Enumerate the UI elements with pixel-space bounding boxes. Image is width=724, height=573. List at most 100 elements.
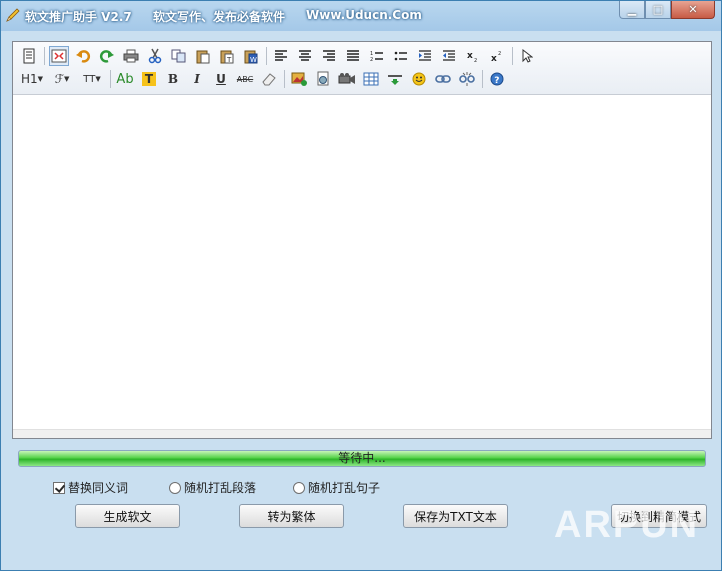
italic-button[interactable]: I xyxy=(187,69,207,89)
ordered-list-icon[interactable]: 12 xyxy=(367,46,387,66)
font-family-dropdown[interactable]: ℱ ▼ xyxy=(49,69,75,89)
paste-text-icon[interactable]: T xyxy=(217,46,237,66)
shuffle-sentences-option[interactable]: 随机打乱句子 xyxy=(293,479,380,496)
svg-text:2: 2 xyxy=(474,58,477,62)
image-icon[interactable] xyxy=(289,69,309,89)
close-button[interactable]: ✕ xyxy=(671,1,715,19)
shuffle-paragraphs-label: 随机打乱段落 xyxy=(184,481,257,495)
progress-label: 等待中... xyxy=(338,451,386,465)
shuffle-sentences-label: 随机打乱句子 xyxy=(308,481,381,495)
app-website: Www.Uducn.Com xyxy=(306,8,422,22)
toolbar-separator xyxy=(482,70,483,88)
progress-bar: 等待中... xyxy=(18,450,706,467)
chevron-down-icon: ▼ xyxy=(95,75,101,83)
pencil-icon xyxy=(6,8,20,22)
indent-icon[interactable] xyxy=(415,46,435,66)
font-color-label: Ab xyxy=(116,71,134,87)
select-icon[interactable] xyxy=(517,46,537,66)
shuffle-sentences-radio[interactable] xyxy=(293,481,305,494)
toolbar-row-2: H1 ▼ ℱ ▼ TT ▼ Ab T B I U ABC ? xyxy=(19,68,511,90)
undo-icon[interactable] xyxy=(73,46,93,66)
svg-text:2: 2 xyxy=(370,57,373,62)
client-area: T W 12 x2 x2 H1 ▼ ℱ ▼ TT ▼ Ab T B I U AB… xyxy=(10,31,714,543)
table-icon[interactable] xyxy=(361,69,381,89)
font-size-dropdown[interactable]: TT ▼ xyxy=(79,69,105,89)
horizontal-scrollbar[interactable] xyxy=(13,429,711,438)
convert-traditional-button[interactable]: 转为繁体 xyxy=(239,504,344,528)
svg-text:?: ? xyxy=(494,76,499,86)
svg-text:x: x xyxy=(467,51,473,61)
copy-icon[interactable] xyxy=(169,46,189,66)
superscript-icon[interactable]: x2 xyxy=(487,46,507,66)
chevron-down-icon: ▼ xyxy=(64,75,70,83)
title-bar[interactable]: 软文推广助手 V2.7 软文写作、发布必备软件 Www.Uducn.Com ▁ … xyxy=(1,1,721,31)
align-left-icon[interactable] xyxy=(271,46,291,66)
font-size-label: TT xyxy=(83,73,96,85)
maximize-icon: □ xyxy=(652,3,664,16)
replace-synonyms-label: 替换同义词 xyxy=(68,481,129,495)
shuffle-paragraphs-option[interactable]: 随机打乱段落 xyxy=(169,479,256,496)
shuffle-paragraphs-radio[interactable] xyxy=(169,481,181,494)
save-txt-button[interactable]: 保存为TXT文本 xyxy=(403,504,508,528)
help-icon[interactable]: ? xyxy=(487,69,507,89)
app-subtitle: 软文写作、发布必备软件 xyxy=(153,10,286,24)
close-icon: ✕ xyxy=(688,3,698,16)
flash-icon[interactable] xyxy=(313,69,333,89)
bold-button[interactable]: B xyxy=(163,69,183,89)
paste-icon[interactable] xyxy=(193,46,213,66)
generate-button[interactable]: 生成软文 xyxy=(75,504,180,528)
outdent-icon[interactable] xyxy=(439,46,459,66)
paste-word-icon[interactable]: W xyxy=(241,46,261,66)
editor-toolbar: T W 12 x2 x2 H1 ▼ ℱ ▼ TT ▼ Ab T B I U AB… xyxy=(13,42,711,95)
toolbar-separator xyxy=(266,47,267,65)
bold-label: B xyxy=(167,72,179,86)
underline-button[interactable]: U xyxy=(211,69,231,89)
heading-label: H1 xyxy=(20,72,38,86)
toolbar-separator xyxy=(512,47,513,65)
align-center-icon[interactable] xyxy=(295,46,315,66)
toolbar-separator xyxy=(44,47,45,65)
replace-synonyms-option[interactable]: 替换同义词 xyxy=(53,479,128,496)
highlight-button[interactable]: T xyxy=(139,69,159,89)
highlight-label: T xyxy=(141,72,157,86)
subscript-icon[interactable]: x2 xyxy=(463,46,483,66)
window-controls: ▁ □ ✕ xyxy=(619,1,715,19)
justify-icon[interactable] xyxy=(343,46,363,66)
editor-content-area[interactable] xyxy=(13,95,711,438)
hr-icon[interactable] xyxy=(385,69,405,89)
strikethrough-button[interactable]: ABC xyxy=(235,69,255,89)
replace-synonyms-checkbox[interactable] xyxy=(53,481,65,494)
strikethrough-label: ABC xyxy=(236,74,254,84)
app-title: 软文推广助手 V2.7 xyxy=(25,10,132,24)
chevron-down-icon: ▼ xyxy=(37,75,44,83)
minimize-icon: ▁ xyxy=(627,3,637,16)
app-window: 软文推广助手 V2.7 软文写作、发布必备软件 Www.Uducn.Com ▁ … xyxy=(0,0,722,571)
toolbar-row-1: T W 12 x2 x2 xyxy=(19,45,541,67)
print-icon[interactable] xyxy=(121,46,141,66)
rich-text-editor: T W 12 x2 x2 H1 ▼ ℱ ▼ TT ▼ Ab T B I U AB… xyxy=(12,41,712,439)
svg-text:x: x xyxy=(491,54,497,62)
svg-text:T: T xyxy=(226,56,232,64)
svg-text:2: 2 xyxy=(498,51,501,57)
emoticon-icon[interactable] xyxy=(409,69,429,89)
unlink-icon[interactable] xyxy=(457,69,477,89)
watermark: ARPUN xyxy=(554,504,700,546)
maximize-button[interactable]: □ xyxy=(645,1,671,19)
redo-icon[interactable] xyxy=(97,46,117,66)
font-family-label: ℱ xyxy=(54,72,65,86)
eraser-icon[interactable] xyxy=(259,69,279,89)
link-icon[interactable] xyxy=(433,69,453,89)
underline-label: U xyxy=(216,72,226,86)
source-icon[interactable] xyxy=(19,46,39,66)
font-color-button[interactable]: Ab xyxy=(115,69,135,89)
minimize-button[interactable]: ▁ xyxy=(619,1,645,19)
heading-dropdown[interactable]: H1 ▼ xyxy=(19,69,45,89)
media-icon[interactable] xyxy=(337,69,357,89)
toolbar-separator xyxy=(110,70,111,88)
unordered-list-icon[interactable] xyxy=(391,46,411,66)
preview-icon[interactable] xyxy=(49,46,69,66)
italic-label: I xyxy=(194,72,200,86)
cut-icon[interactable] xyxy=(145,46,165,66)
svg-text:W: W xyxy=(250,56,257,64)
align-right-icon[interactable] xyxy=(319,46,339,66)
